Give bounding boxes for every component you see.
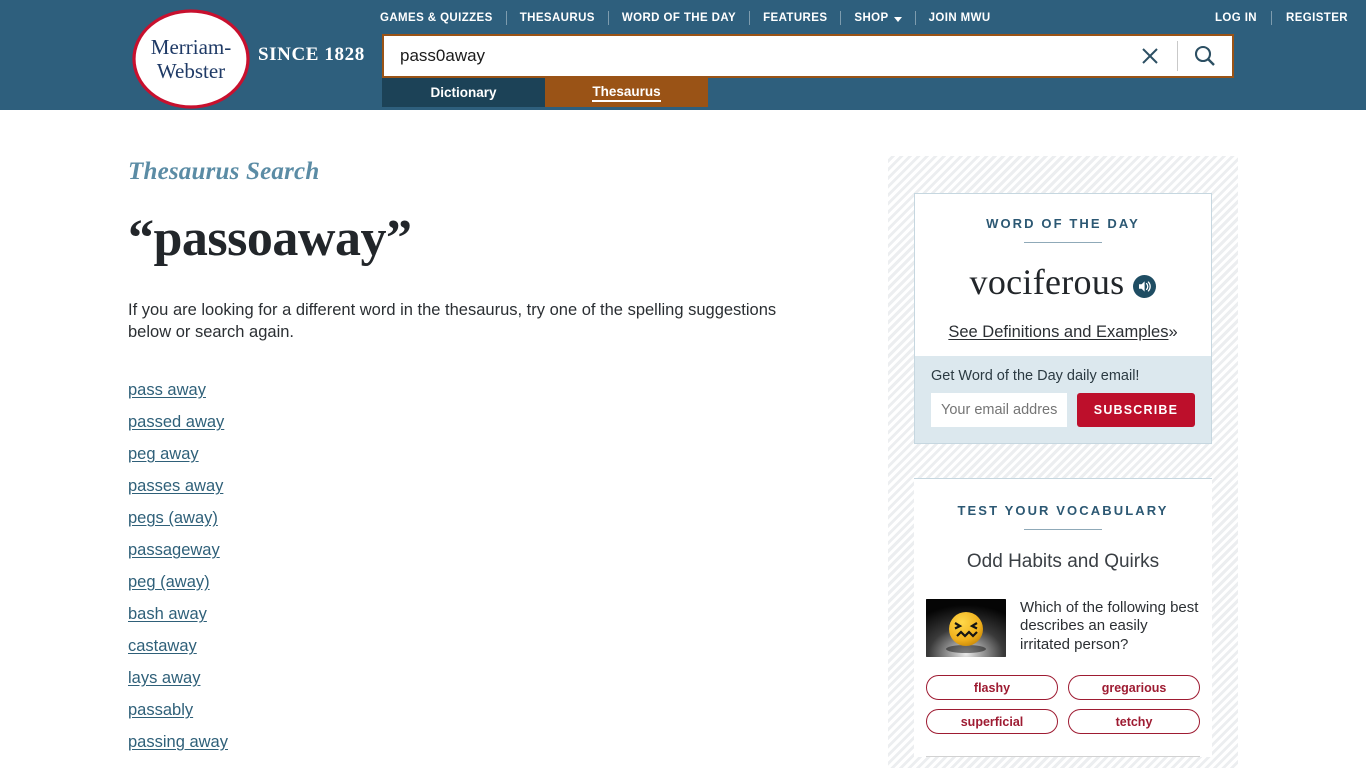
no-results-message: If you are looking for a different word … [128,300,777,342]
suggestion-link[interactable]: bash away [128,598,207,630]
nav-label: SHOP [854,12,889,24]
site-header: Merriam- Webster SINCE 1828 GAMES & QUIZ… [0,0,1366,110]
suggestion-link[interactable]: lays away [128,662,200,694]
suggestion-link[interactable]: pass away [128,374,206,406]
quiz-title: Odd Habits and Quirks [966,551,1160,572]
word-of-the-day-word: vociferous [969,262,1125,302]
quiz-answer-button[interactable]: gregarious [1068,675,1200,700]
register-link[interactable]: REGISTER [1272,12,1348,24]
suggestion-link[interactable]: passes away [128,470,223,502]
svg-text:Webster: Webster [157,59,225,83]
tab-label: Dictionary [430,85,497,100]
quiz-answer-options: flashy gregarious superficial tetchy [926,675,1200,734]
quiz-question-text: Which of the following best describes an… [1020,599,1199,653]
nav-item-features[interactable]: FEATURES [750,12,840,24]
word-of-the-day-card: WORD OF THE DAY vociferous See Definitio… [914,193,1212,444]
chevron-down-icon [893,16,902,22]
right-sidebar: WORD OF THE DAY vociferous See Definitio… [888,156,1238,768]
link-arrow: » [1168,323,1178,341]
page-title: “passoaway” [128,210,412,267]
since-tagline: SINCE 1828 [258,44,365,65]
suggestion-link[interactable]: peg (away) [128,566,210,598]
angry-face-ball-photo [926,599,1006,657]
quiz-answer-button[interactable]: superficial [926,709,1058,734]
nav-label: GAMES & QUIZZES [380,12,493,24]
close-x-icon [1142,48,1158,64]
clear-search-button[interactable] [1123,36,1177,76]
search-input[interactable] [384,36,1123,76]
tab-label: Thesaurus [592,84,661,102]
logo-circle: Merriam- Webster [130,7,252,111]
suggestion-link[interactable]: passageway [128,534,220,566]
suggestion-link[interactable]: pegs (away) [128,502,218,534]
page-eyebrow: Thesaurus Search [128,158,320,185]
quiz-answer-button[interactable]: flashy [926,675,1058,700]
nav-label: WORD OF THE DAY [621,12,737,24]
nav-label: FEATURES [763,12,828,24]
word-of-the-day-kicker: WORD OF THE DAY [986,216,1140,231]
primary-nav: GAMES & QUIZZES THESAURUS WORD OF THE DA… [380,8,1004,28]
suggestion-link[interactable]: castaway [128,630,197,662]
search-results-column: Thesaurus Search “passoaway” If you are … [128,158,848,768]
logo-icon: Merriam- Webster [132,9,250,109]
divider [1024,242,1102,243]
test-your-vocabulary-card: TEST YOUR VOCABULARY Odd Habits and Quir… [914,478,1212,757]
suggestion-link[interactable]: passably [128,694,193,726]
search-submit-button[interactable] [1178,36,1232,76]
nav-label: THESAURUS [519,12,595,24]
newsletter-signup: Get Word of the Day daily email! SUBSCRI… [915,356,1211,443]
tab-dictionary[interactable]: Dictionary [382,78,545,107]
suggestion-link[interactable]: puts away [128,758,202,768]
section-divider [926,756,1200,757]
spelling-suggestions-list: pass away passed away peg away passes aw… [128,374,848,768]
nav-item-shop[interactable]: SHOP [841,12,914,24]
nav-label: JOIN MWU [928,12,991,24]
word-of-the-day-word-row: vociferous [929,261,1197,303]
login-link[interactable]: LOG IN [1201,12,1271,24]
subscribe-button[interactable]: SUBSCRIBE [1077,393,1195,427]
merriam-webster-logo[interactable]: Merriam- Webster [128,5,252,109]
nav-item-join-mwu[interactable]: JOIN MWU [916,12,1004,24]
svg-text:Merriam-: Merriam- [151,35,231,59]
divider [1024,529,1102,530]
search-scope-tabs: Dictionary Thesaurus [382,78,708,107]
word-of-the-day-link-row: See Definitions and Examples» [929,323,1197,342]
speaker-audio-icon[interactable] [1133,274,1157,298]
see-definitions-link[interactable]: See Definitions and Examples [948,323,1168,341]
quiz-question-row: Which of the following best describes an… [926,599,1200,657]
quiz-answer-button[interactable]: tetchy [1068,709,1200,734]
tab-thesaurus[interactable]: Thesaurus [545,78,708,107]
suggestion-link[interactable]: passing away [128,726,228,758]
suggestion-link[interactable]: passed away [128,406,224,438]
email-field[interactable] [931,393,1067,427]
search-bar [382,34,1234,78]
newsletter-form: SUBSCRIBE [931,393,1195,427]
newsletter-label: Get Word of the Day daily email! [931,368,1140,384]
quiz-kicker: TEST YOUR VOCABULARY [957,503,1169,518]
magnifying-glass-icon [1194,45,1215,66]
page-body: Thesaurus Search “passoaway” If you are … [0,110,1366,768]
suggestion-link[interactable]: peg away [128,438,199,470]
nav-item-thesaurus[interactable]: THESAURUS [507,12,608,24]
nav-item-word-of-the-day[interactable]: WORD OF THE DAY [609,12,749,24]
word-of-the-day-body: WORD OF THE DAY vociferous See Definitio… [915,194,1211,356]
account-nav: LOG IN REGISTER [1201,8,1348,28]
nav-item-games-quizzes[interactable]: GAMES & QUIZZES [380,12,506,24]
